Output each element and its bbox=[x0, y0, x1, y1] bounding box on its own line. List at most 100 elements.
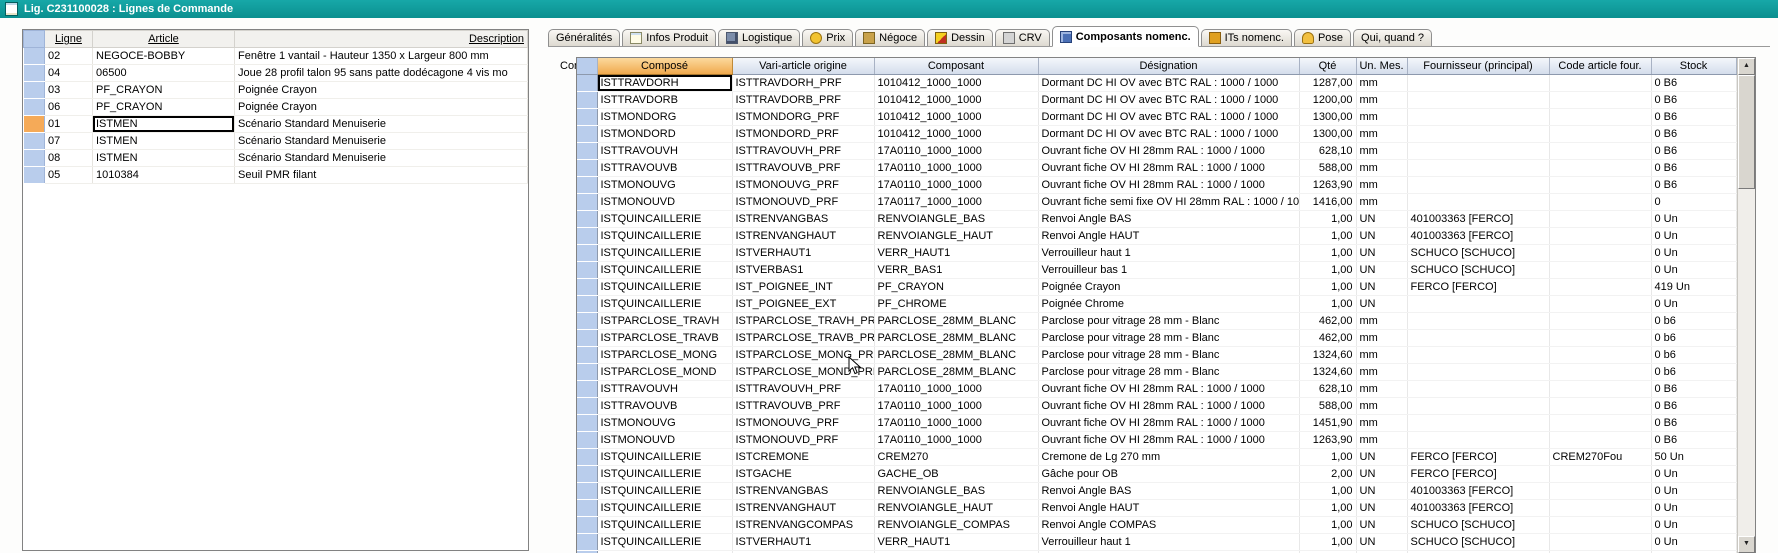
cell-composant[interactable]: 17A0110_1000_1000 bbox=[874, 432, 1038, 449]
cell-composant[interactable]: 1010412_1000_1000 bbox=[874, 92, 1038, 109]
cell-designation[interactable]: Ouvrant fiche OV HI 28mm RAL : 1000 / 10… bbox=[1038, 160, 1299, 177]
scroll-thumb[interactable] bbox=[1738, 75, 1755, 189]
cell-fournisseur[interactable] bbox=[1407, 194, 1549, 211]
cell-article[interactable]: PF_CRAYON bbox=[93, 99, 235, 116]
cell-qte[interactable]: 1300,00 bbox=[1299, 126, 1356, 143]
grid-marker-header[interactable] bbox=[577, 58, 597, 75]
cell-description[interactable]: Scénario Standard Menuiserie bbox=[235, 133, 528, 150]
cell-unite[interactable]: mm bbox=[1356, 432, 1407, 449]
row-marker[interactable] bbox=[577, 381, 597, 398]
cell-composant[interactable]: VERR_BAS1 bbox=[874, 262, 1038, 279]
cell-ligne[interactable]: 05 bbox=[45, 167, 93, 184]
cell-unite[interactable]: mm bbox=[1356, 364, 1407, 381]
cell-vari-article[interactable]: ISTRENVANGBAS bbox=[732, 483, 874, 500]
cell-unite[interactable]: UN bbox=[1356, 262, 1407, 279]
row-marker[interactable] bbox=[577, 109, 597, 126]
cell-fournisseur[interactable]: SCHUCO [SCHUCO] bbox=[1407, 517, 1549, 534]
cell-unite[interactable]: mm bbox=[1356, 109, 1407, 126]
cell-designation[interactable]: Parclose pour vitrage 28 mm - Blanc bbox=[1038, 364, 1299, 381]
row-marker[interactable] bbox=[24, 65, 45, 82]
cell-stock[interactable]: 0 B6 bbox=[1651, 92, 1736, 109]
column-header-stock[interactable]: Stock bbox=[1651, 58, 1736, 75]
cell-unite[interactable]: mm bbox=[1356, 415, 1407, 432]
cell-fournisseur[interactable]: SCHUCO [SCHUCO] bbox=[1407, 245, 1549, 262]
cell-composant[interactable]: 1010412_1000_1000 bbox=[874, 126, 1038, 143]
cell-designation[interactable]: Dormant DC HI OV avec BTC RAL : 1000 / 1… bbox=[1038, 126, 1299, 143]
cell-vari-article[interactable]: ISTMONOUVG_PRF bbox=[732, 177, 874, 194]
component-row[interactable]: ISTQUINCAILLERIE ISTRENVANGHAUT RENVOIAN… bbox=[577, 228, 1736, 245]
cell-code-article[interactable]: CREM270Fou bbox=[1549, 449, 1651, 466]
cell-ligne[interactable]: 04 bbox=[45, 65, 93, 82]
cell-vari-article[interactable]: ISTTRAVOUVB_PRF bbox=[732, 398, 874, 415]
component-row[interactable]: ISTTRAVOUVH ISTTRAVOUVH_PRF 17A0110_1000… bbox=[577, 143, 1736, 160]
cell-code-article[interactable] bbox=[1549, 432, 1651, 449]
cell-vari-article[interactable]: ISTRENVANGBAS bbox=[732, 211, 874, 228]
tab-negoce[interactable]: Négoce bbox=[855, 29, 925, 46]
cell-unite[interactable]: mm bbox=[1356, 143, 1407, 160]
cell-description[interactable]: Scénario Standard Menuiserie bbox=[235, 116, 528, 133]
cell-composant[interactable]: 17A0110_1000_1000 bbox=[874, 381, 1038, 398]
cell-designation[interactable]: Renvoi Angle HAUT bbox=[1038, 500, 1299, 517]
cell-vari-article[interactable]: ISTTRAVDORB_PRF bbox=[732, 92, 874, 109]
cell-stock[interactable]: 0 B6 bbox=[1651, 126, 1736, 143]
cell-fournisseur[interactable] bbox=[1407, 381, 1549, 398]
cell-compose[interactable]: ISTQUINCAILLERIE bbox=[597, 534, 732, 551]
cell-qte[interactable]: 1263,90 bbox=[1299, 432, 1356, 449]
row-marker[interactable] bbox=[577, 92, 597, 109]
cell-fournisseur[interactable] bbox=[1407, 160, 1549, 177]
cell-code-article[interactable] bbox=[1549, 483, 1651, 500]
row-marker[interactable] bbox=[577, 296, 597, 313]
cell-qte[interactable]: 1,00 bbox=[1299, 449, 1356, 466]
cell-designation[interactable]: Parclose pour vitrage 28 mm - Blanc bbox=[1038, 313, 1299, 330]
cell-qte[interactable]: 1200,00 bbox=[1299, 92, 1356, 109]
cell-description[interactable]: Fenêtre 1 vantail - Hauteur 1350 x Large… bbox=[235, 48, 528, 65]
cell-composant[interactable]: VERR_HAUT1 bbox=[874, 534, 1038, 551]
cell-composant[interactable]: RENVOIANGLE_HAUT bbox=[874, 500, 1038, 517]
cell-compose[interactable]: ISTQUINCAILLERIE bbox=[597, 245, 732, 262]
cell-code-article[interactable] bbox=[1549, 415, 1651, 432]
order-line-row[interactable]: 05 1010384 Seuil PMR filant bbox=[24, 167, 528, 184]
cell-designation[interactable]: Verrouilleur haut 1 bbox=[1038, 534, 1299, 551]
cell-article[interactable]: NEGOCE-BOBBY bbox=[93, 48, 235, 65]
cell-unite[interactable]: UN bbox=[1356, 245, 1407, 262]
cell-composant[interactable]: PARCLOSE_28MM_BLANC bbox=[874, 330, 1038, 347]
order-line-row[interactable]: 07 ISTMEN Scénario Standard Menuiserie bbox=[24, 133, 528, 150]
cell-description[interactable]: Scénario Standard Menuiserie bbox=[235, 150, 528, 167]
cell-fournisseur[interactable] bbox=[1407, 398, 1549, 415]
cell-article[interactable]: 1010384 bbox=[93, 167, 235, 184]
cell-stock[interactable]: 0 B6 bbox=[1651, 143, 1736, 160]
cell-designation[interactable]: Renvoi Angle HAUT bbox=[1038, 228, 1299, 245]
cell-compose[interactable]: ISTPARCLOSE_MONG bbox=[597, 347, 732, 364]
cell-fournisseur[interactable] bbox=[1407, 177, 1549, 194]
tab-dessin[interactable]: Dessin bbox=[927, 29, 993, 46]
cell-qte[interactable]: 1,00 bbox=[1299, 228, 1356, 245]
cell-stock[interactable]: 0 B6 bbox=[1651, 109, 1736, 126]
column-header-qte[interactable]: Qté bbox=[1299, 58, 1356, 75]
component-row[interactable]: ISTQUINCAILLERIE ISTVERBAS1 VERR_BAS1 Ve… bbox=[577, 262, 1736, 279]
cell-article[interactable]: 06500 bbox=[93, 65, 235, 82]
row-marker[interactable] bbox=[577, 500, 597, 517]
row-marker[interactable] bbox=[577, 415, 597, 432]
cell-article[interactable]: ISTMEN bbox=[93, 116, 235, 133]
cell-unite[interactable]: UN bbox=[1356, 483, 1407, 500]
cell-qte[interactable]: 462,00 bbox=[1299, 330, 1356, 347]
row-marker[interactable] bbox=[24, 150, 45, 167]
order-line-row[interactable]: 06 PF_CRAYON Poignée Crayon bbox=[24, 99, 528, 116]
cell-code-article[interactable] bbox=[1549, 228, 1651, 245]
cell-qte[interactable]: 628,10 bbox=[1299, 381, 1356, 398]
tab-its-nomenc[interactable]: ITs nomenc. bbox=[1201, 29, 1292, 46]
cell-code-article[interactable] bbox=[1549, 347, 1651, 364]
cell-article[interactable]: ISTMEN bbox=[93, 133, 235, 150]
cell-fournisseur[interactable]: 401003363 [FERCO] bbox=[1407, 228, 1549, 245]
component-row[interactable]: ISTQUINCAILLERIE ISTRENVANGBAS RENVOIANG… bbox=[577, 483, 1736, 500]
cell-fournisseur[interactable] bbox=[1407, 415, 1549, 432]
component-row[interactable]: ISTMONOUVD ISTMONOUVD_PRF 17A0117_1000_1… bbox=[577, 194, 1736, 211]
cell-stock[interactable]: 0 Un bbox=[1651, 262, 1736, 279]
component-row[interactable]: ISTTRAVDORH ISTTRAVDORH_PRF 1010412_1000… bbox=[577, 75, 1736, 92]
cell-composant[interactable]: PARCLOSE_28MM_BLANC bbox=[874, 364, 1038, 381]
cell-qte[interactable]: 1,00 bbox=[1299, 279, 1356, 296]
row-marker[interactable] bbox=[577, 398, 597, 415]
cell-qte[interactable]: 1451,90 bbox=[1299, 415, 1356, 432]
row-marker-header[interactable] bbox=[24, 31, 45, 48]
cell-composant[interactable]: RENVOIANGLE_HAUT bbox=[874, 228, 1038, 245]
